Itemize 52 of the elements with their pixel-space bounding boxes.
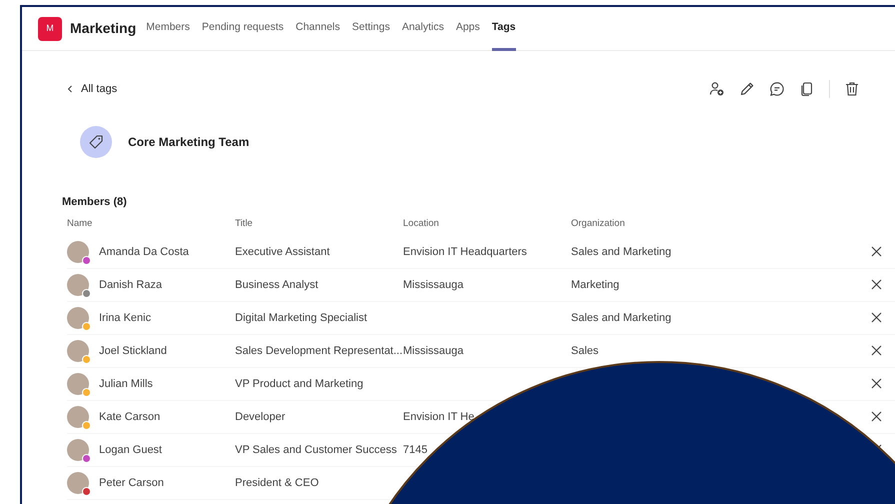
- delete-icon[interactable]: [844, 81, 860, 97]
- pencil-icon[interactable]: [739, 81, 755, 97]
- table-cell-text: Developer: [235, 410, 286, 424]
- member-name: Julian Mills: [99, 376, 153, 392]
- member-name: Irina Kenic: [99, 310, 151, 326]
- member-name: Joel Stickland: [99, 344, 167, 358]
- close-icon[interactable]: [870, 345, 882, 356]
- table-cell-text: Marketing: [571, 278, 620, 292]
- column-header: Location: [403, 216, 440, 230]
- tab[interactable]: Analytics: [402, 7, 444, 51]
- tab[interactable]: Members: [146, 7, 190, 51]
- tab[interactable]: Pending requests: [202, 7, 284, 51]
- tab[interactable]: Channels: [296, 7, 340, 51]
- table-cell-text: Sales Development Representat...: [235, 344, 403, 358]
- tag-icon: [80, 126, 112, 158]
- member-name: Logan Guest: [99, 442, 162, 458]
- table-cell-text: Executive Assistant: [235, 244, 330, 260]
- member-name: Peter Carson: [99, 476, 164, 490]
- member-name: Danish Raza: [99, 278, 162, 292]
- table-cell-text: Digital Marketing Specialist: [235, 310, 368, 326]
- tab[interactable]: Settings: [352, 7, 390, 51]
- tab[interactable]: Apps: [456, 7, 480, 51]
- tag-name: Core Marketing Team: [128, 134, 250, 151]
- column-header: Organization: [571, 216, 626, 230]
- members-heading: Members (8): [61, 195, 128, 210]
- team-logo: M: [38, 16, 62, 40]
- back-link[interactable]: All tags: [67, 80, 118, 98]
- copy-icon[interactable]: [799, 81, 815, 97]
- table-cell-text: 7145: [403, 442, 428, 458]
- table-cell-text: VP Sales and Customer Success: [235, 442, 397, 458]
- table-cell-text: Mississauga: [403, 344, 464, 358]
- close-icon[interactable]: [870, 246, 882, 258]
- table-cell-text: Mississauga: [403, 278, 464, 292]
- table-cell-text: Sales and Marketing: [571, 310, 672, 326]
- team-name: Marketing: [70, 19, 136, 38]
- chat-icon[interactable]: [769, 81, 785, 97]
- close-icon[interactable]: [870, 279, 882, 290]
- chevron-left-icon: [67, 85, 73, 93]
- table-cell-text: VP Product and Marketing: [235, 376, 364, 392]
- table-cell-text: Envision IT He: [403, 410, 474, 424]
- member-name: Kate Carson: [99, 410, 160, 424]
- table-cell-text: Business Analyst: [235, 278, 318, 292]
- table-cell-text: President & CEO: [235, 476, 319, 490]
- member-name: Amanda Da Costa: [99, 244, 189, 260]
- column-header: Name: [67, 216, 94, 230]
- table-cell-text: Sales and Marketing: [571, 244, 672, 260]
- close-icon[interactable]: [870, 312, 882, 324]
- column-header: Title: [235, 216, 254, 230]
- table-cell-text: Sales: [571, 344, 599, 358]
- tab[interactable]: Tags: [492, 7, 516, 51]
- add-person-icon[interactable]: [709, 81, 725, 97]
- table-cell-text: Envision IT Headquarters: [403, 244, 527, 260]
